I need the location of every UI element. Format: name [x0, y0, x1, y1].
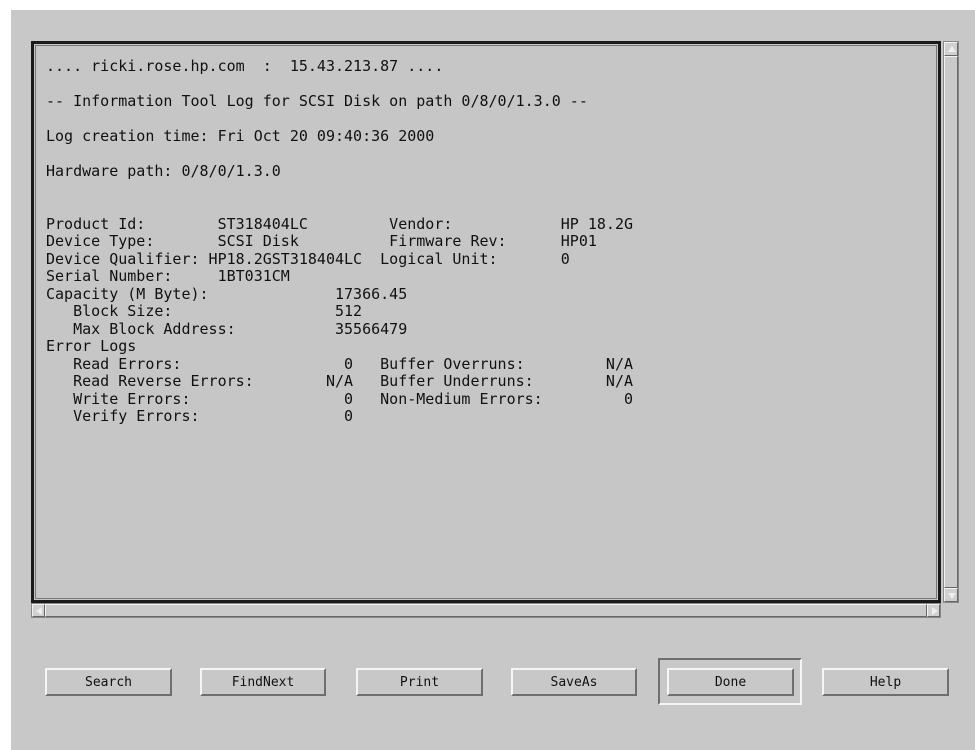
scroll-up-arrow-icon[interactable] [944, 42, 958, 56]
done-button[interactable]: Done [667, 668, 794, 696]
info-tool-log-window: .... ricki.rose.hp.com : 15.43.213.87 ..… [11, 10, 975, 750]
print-button[interactable]: Print [356, 668, 483, 696]
findnext-button[interactable]: FindNext [200, 668, 326, 696]
log-text-area[interactable]: .... ricki.rose.hp.com : 15.43.213.87 ..… [31, 41, 941, 603]
vertical-scroll-thumb[interactable] [944, 56, 958, 588]
log-text-inner: .... ricki.rose.hp.com : 15.43.213.87 ..… [35, 45, 937, 599]
horizontal-scroll-thumb[interactable] [45, 604, 927, 617]
scroll-left-arrow-icon[interactable] [32, 604, 45, 617]
help-button[interactable]: Help [822, 668, 949, 696]
log-text: .... ricki.rose.hp.com : 15.43.213.87 ..… [46, 57, 633, 425]
search-button[interactable]: Search [45, 668, 172, 696]
scroll-right-arrow-icon[interactable] [927, 604, 940, 617]
horizontal-scrollbar[interactable] [31, 603, 941, 618]
vertical-scrollbar[interactable] [943, 41, 959, 603]
scroll-down-arrow-icon[interactable] [944, 588, 958, 602]
saveas-button[interactable]: SaveAs [511, 668, 637, 696]
